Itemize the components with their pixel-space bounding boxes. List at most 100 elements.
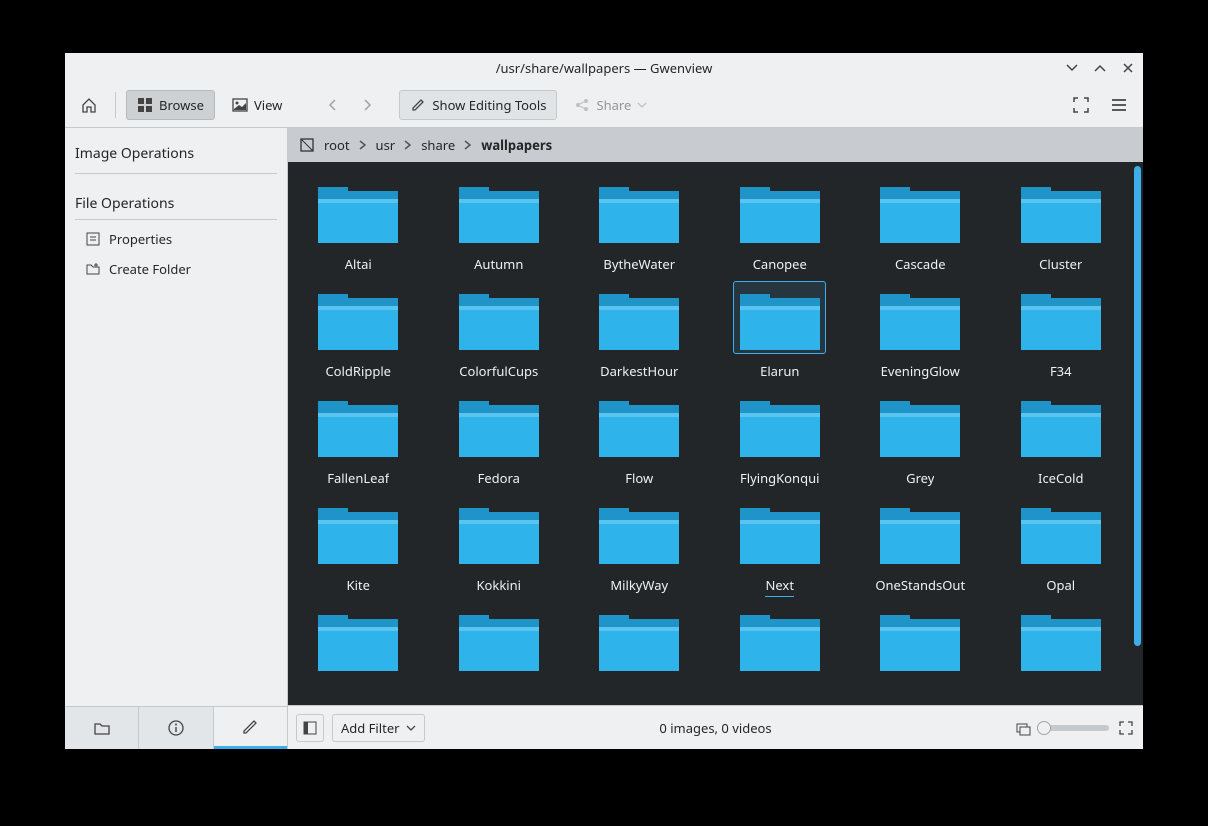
folder-item[interactable]: ColorfulCups <box>429 275 570 382</box>
folder-icon <box>1014 388 1107 461</box>
chevron-up-icon <box>1094 62 1106 74</box>
folder-item[interactable]: Flow <box>569 382 710 489</box>
folder-item[interactable]: Elarun <box>710 275 851 382</box>
home-button[interactable] <box>73 90 105 120</box>
folder-item[interactable] <box>569 596 710 677</box>
folder-label: Flow <box>625 469 653 487</box>
folder-item[interactable]: Canopee <box>710 168 851 275</box>
sidebar-tab-operations[interactable] <box>214 707 287 749</box>
sidebar-tab-folders[interactable] <box>65 707 139 749</box>
forward-button[interactable] <box>353 90 381 120</box>
folder-item[interactable]: FlyingKonqui <box>710 382 851 489</box>
folder-item[interactable]: Altai <box>288 168 429 275</box>
statusbar: Add Filter 0 images, 0 videos <box>288 705 1143 749</box>
create-folder-item[interactable]: Create Folder <box>75 254 277 284</box>
pencil-icon <box>410 97 426 113</box>
crumb-root[interactable]: root <box>322 136 352 154</box>
folder-item[interactable]: Autumn <box>429 168 570 275</box>
folder-item[interactable] <box>288 596 429 677</box>
breadcrumb: root usr share wallpapers <box>288 128 1143 162</box>
folder-label: F34 <box>1050 362 1072 380</box>
main-area: Image Operations File Operations Propert… <box>65 128 1143 749</box>
folder-item[interactable]: FallenLeaf <box>288 382 429 489</box>
folder-view[interactable]: Altai Autumn BytheWaterCanopee Cascade Clust… <box>288 162 1143 705</box>
folder-item[interactable]: MilkyWay <box>569 489 710 596</box>
sidebar-tab-info[interactable] <box>139 707 213 749</box>
folder-label: Cluster <box>1039 255 1082 273</box>
folder-label: Cascade <box>895 255 946 273</box>
folder-item[interactable]: EveningGlow <box>850 275 991 382</box>
close-button[interactable] <box>1119 59 1137 77</box>
show-editing-tools-button[interactable]: Show Editing Tools <box>399 90 557 120</box>
back-button[interactable] <box>319 90 347 120</box>
folder-item[interactable]: Next <box>710 489 851 596</box>
chevron-right-icon <box>360 98 374 112</box>
folder-label: EveningGlow <box>881 362 960 380</box>
folder-icon <box>1014 602 1107 675</box>
folder-label: ColorfulCups <box>459 362 538 380</box>
folder-item[interactable]: BytheWater <box>569 168 710 275</box>
folder-icon <box>312 602 405 675</box>
folder-icon <box>733 388 826 461</box>
device-icon <box>298 136 316 154</box>
properties-icon <box>85 231 101 247</box>
share-button[interactable]: Share <box>563 90 658 120</box>
folder-item[interactable] <box>991 596 1132 677</box>
crumb-usr[interactable]: usr <box>374 136 398 154</box>
fullscreen-icon <box>1072 96 1090 114</box>
thumbnail-small-icon[interactable] <box>1015 720 1031 736</box>
close-icon <box>1122 62 1134 74</box>
folder-item[interactable]: OneStandsOut <box>850 489 991 596</box>
folder-item[interactable]: Kite <box>288 489 429 596</box>
folder-item[interactable]: IceCold <box>991 382 1132 489</box>
folder-item[interactable]: Grey <box>850 382 991 489</box>
window-buttons <box>1063 53 1137 83</box>
view-button[interactable]: View <box>221 90 293 120</box>
folder-icon <box>874 281 967 354</box>
folder-item[interactable]: Opal <box>991 489 1132 596</box>
menu-button[interactable] <box>1103 90 1135 120</box>
folder-item[interactable] <box>710 596 851 677</box>
folder-item[interactable]: F34 <box>991 275 1132 382</box>
scrollbar[interactable] <box>1134 166 1141 646</box>
titlebar: /usr/share/wallpapers — Gwenview <box>65 53 1143 83</box>
folder-icon <box>733 174 826 247</box>
maximize-button[interactable] <box>1091 59 1109 77</box>
folder-item[interactable] <box>850 596 991 677</box>
properties-item[interactable]: Properties <box>75 224 277 254</box>
folder-icon <box>593 495 686 568</box>
folder-item[interactable]: Cascade <box>850 168 991 275</box>
browse-button[interactable]: Browse <box>126 90 215 120</box>
folder-item[interactable]: ColdRipple <box>288 275 429 382</box>
zoom-slider-knob[interactable] <box>1037 721 1051 735</box>
crumb-current[interactable]: wallpapers <box>479 136 554 154</box>
folder-icon <box>593 388 686 461</box>
chevron-down-icon <box>1066 62 1078 74</box>
view-label: View <box>254 96 282 114</box>
folder-item[interactable]: Cluster <box>991 168 1132 275</box>
folder-item[interactable]: Fedora <box>429 382 570 489</box>
folder-icon <box>452 174 545 247</box>
folder-label: OneStandsOut <box>875 576 965 594</box>
folder-label: Kite <box>347 576 370 594</box>
zoom-slider[interactable] <box>1039 725 1109 731</box>
add-filter-button[interactable]: Add Filter <box>332 714 425 742</box>
minimize-button[interactable] <box>1063 59 1081 77</box>
folder-label: Autumn <box>474 255 523 273</box>
expand-icon[interactable] <box>1117 719 1135 737</box>
folder-item[interactable]: Kokkini <box>429 489 570 596</box>
folder-label: Fedora <box>478 469 520 487</box>
crumb-share[interactable]: share <box>419 136 457 154</box>
folder-icon <box>593 602 686 675</box>
folder-item[interactable] <box>429 596 570 677</box>
folder-label: Elarun <box>760 362 799 380</box>
fullscreen-button[interactable] <box>1065 90 1097 120</box>
hamburger-icon <box>1110 96 1128 114</box>
folder-icon <box>874 388 967 461</box>
toggle-sidebar-button[interactable] <box>296 714 324 742</box>
folder-icon <box>874 174 967 247</box>
folder-plus-icon <box>85 261 101 277</box>
folder-item[interactable]: DarkestHour <box>569 275 710 382</box>
panel-left-icon <box>302 720 318 736</box>
pencil-icon <box>241 718 259 736</box>
